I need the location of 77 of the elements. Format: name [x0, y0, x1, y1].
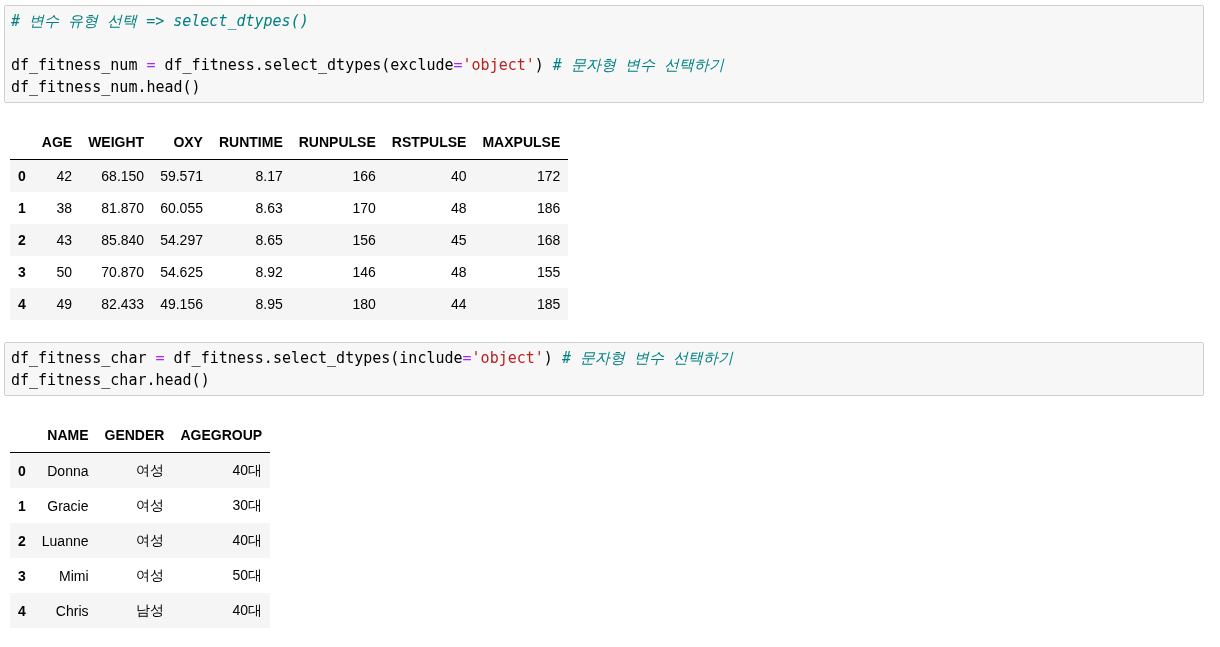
table-cell: 40대	[172, 523, 271, 558]
table-cell: 59.571	[152, 159, 211, 192]
table-cell: 170	[290, 192, 384, 224]
table-cell: 60.055	[152, 192, 211, 224]
table-cell: 166	[290, 159, 384, 192]
code-line: df_fitness_char.head()	[11, 370, 211, 391]
table-cell: 54.625	[152, 256, 211, 288]
table-cell: 40대	[172, 452, 271, 488]
table-cell: 30대	[172, 488, 271, 523]
column-header: AGEGROUP	[172, 418, 271, 453]
code-cell[interactable]: df_fitness_char = df_fitness.select_dtypes(include='object') # 문자형 변수 선택하기 df_fitness_char.head()	[4, 342, 1204, 396]
table-cell: 여성	[96, 558, 173, 593]
table-cell: 146	[290, 256, 384, 288]
table-cell: 8.17	[210, 159, 291, 192]
column-header: RUNTIME	[210, 125, 291, 160]
table-cell: 48	[383, 256, 475, 288]
column-header: OXY	[152, 125, 211, 160]
table-cell: 여성	[96, 452, 173, 488]
row-index: 3	[10, 558, 34, 593]
code-line: # 변수 유형 선택 => select_dtypes()	[11, 11, 310, 32]
table-cell: Mimi	[33, 558, 97, 593]
row-index: 3	[10, 256, 34, 288]
code-line: df_fitness_num = df_fitness.select_dtypes(exclude='object') # 문자형 변수 선택하기	[11, 55, 726, 76]
table-cell: Luanne	[33, 523, 97, 558]
table-cell: 8.63	[210, 192, 291, 224]
table-cell: 44	[383, 288, 475, 320]
table-cell: 40	[383, 159, 475, 192]
table-cell: Gracie	[33, 488, 97, 523]
table-cell: 156	[290, 224, 384, 256]
table-cell: 68.150	[80, 159, 153, 192]
table-cell: 49.156	[152, 288, 211, 320]
table-cell: 85.840	[80, 224, 153, 256]
row-index: 4	[10, 593, 34, 628]
table-cell: 남성	[96, 593, 173, 628]
column-header: RSTPULSE	[383, 125, 475, 160]
table-cell: 여성	[96, 488, 173, 523]
row-index: 2	[10, 523, 34, 558]
row-index: 0	[10, 159, 34, 192]
table-cell: 43	[33, 224, 81, 256]
table-cell: 8.65	[210, 224, 291, 256]
table-cell: 40대	[172, 593, 271, 628]
table-cell: 168	[474, 224, 569, 256]
column-header: AGE	[33, 125, 81, 160]
table-cell: 42	[33, 159, 81, 192]
table-cell: 82.433	[80, 288, 153, 320]
table-cell: 48	[383, 192, 475, 224]
table-cell: 8.92	[210, 256, 291, 288]
row-index: 0	[10, 452, 34, 488]
column-header: WEIGHT	[80, 125, 153, 160]
column-header: GENDER	[96, 418, 173, 453]
row-index: 1	[10, 192, 34, 224]
table-cell: Chris	[33, 593, 97, 628]
table-cell: 155	[474, 256, 569, 288]
code-line: df_fitness_char = df_fitness.select_dtypes(include='object') # 문자형 변수 선택하기	[11, 348, 735, 369]
table-cell: 8.95	[210, 288, 291, 320]
table-cell: 여성	[96, 523, 173, 558]
code-line: df_fitness_num.head()	[11, 77, 202, 98]
table-cell: 172	[474, 159, 569, 192]
column-header: RUNPULSE	[290, 125, 384, 160]
row-index: 4	[10, 288, 34, 320]
column-header: MAXPULSE	[474, 125, 569, 160]
table-cell: 50	[33, 256, 81, 288]
table-cell: 54.297	[152, 224, 211, 256]
table-cell: 70.870	[80, 256, 153, 288]
table-cell: 81.870	[80, 192, 153, 224]
column-header: NAME	[33, 418, 97, 453]
row-index: 2	[10, 224, 34, 256]
row-index: 1	[10, 488, 34, 523]
code-cell[interactable]: # 변수 유형 선택 => select_dtypes() df_fitness_num = df_fitness.select_dtypes(exclude='object') # 문자형 변수 선택하기 df_fitness_num.head()	[4, 5, 1204, 103]
table-cell: 186	[474, 192, 569, 224]
table-cell: 50대	[172, 558, 271, 593]
table-cell: 38	[33, 192, 81, 224]
table-cell: 185	[474, 288, 569, 320]
table-cell: 180	[290, 288, 384, 320]
table-cell: Donna	[33, 452, 97, 488]
table-cell: 45	[383, 224, 475, 256]
table-cell: 49	[33, 288, 81, 320]
